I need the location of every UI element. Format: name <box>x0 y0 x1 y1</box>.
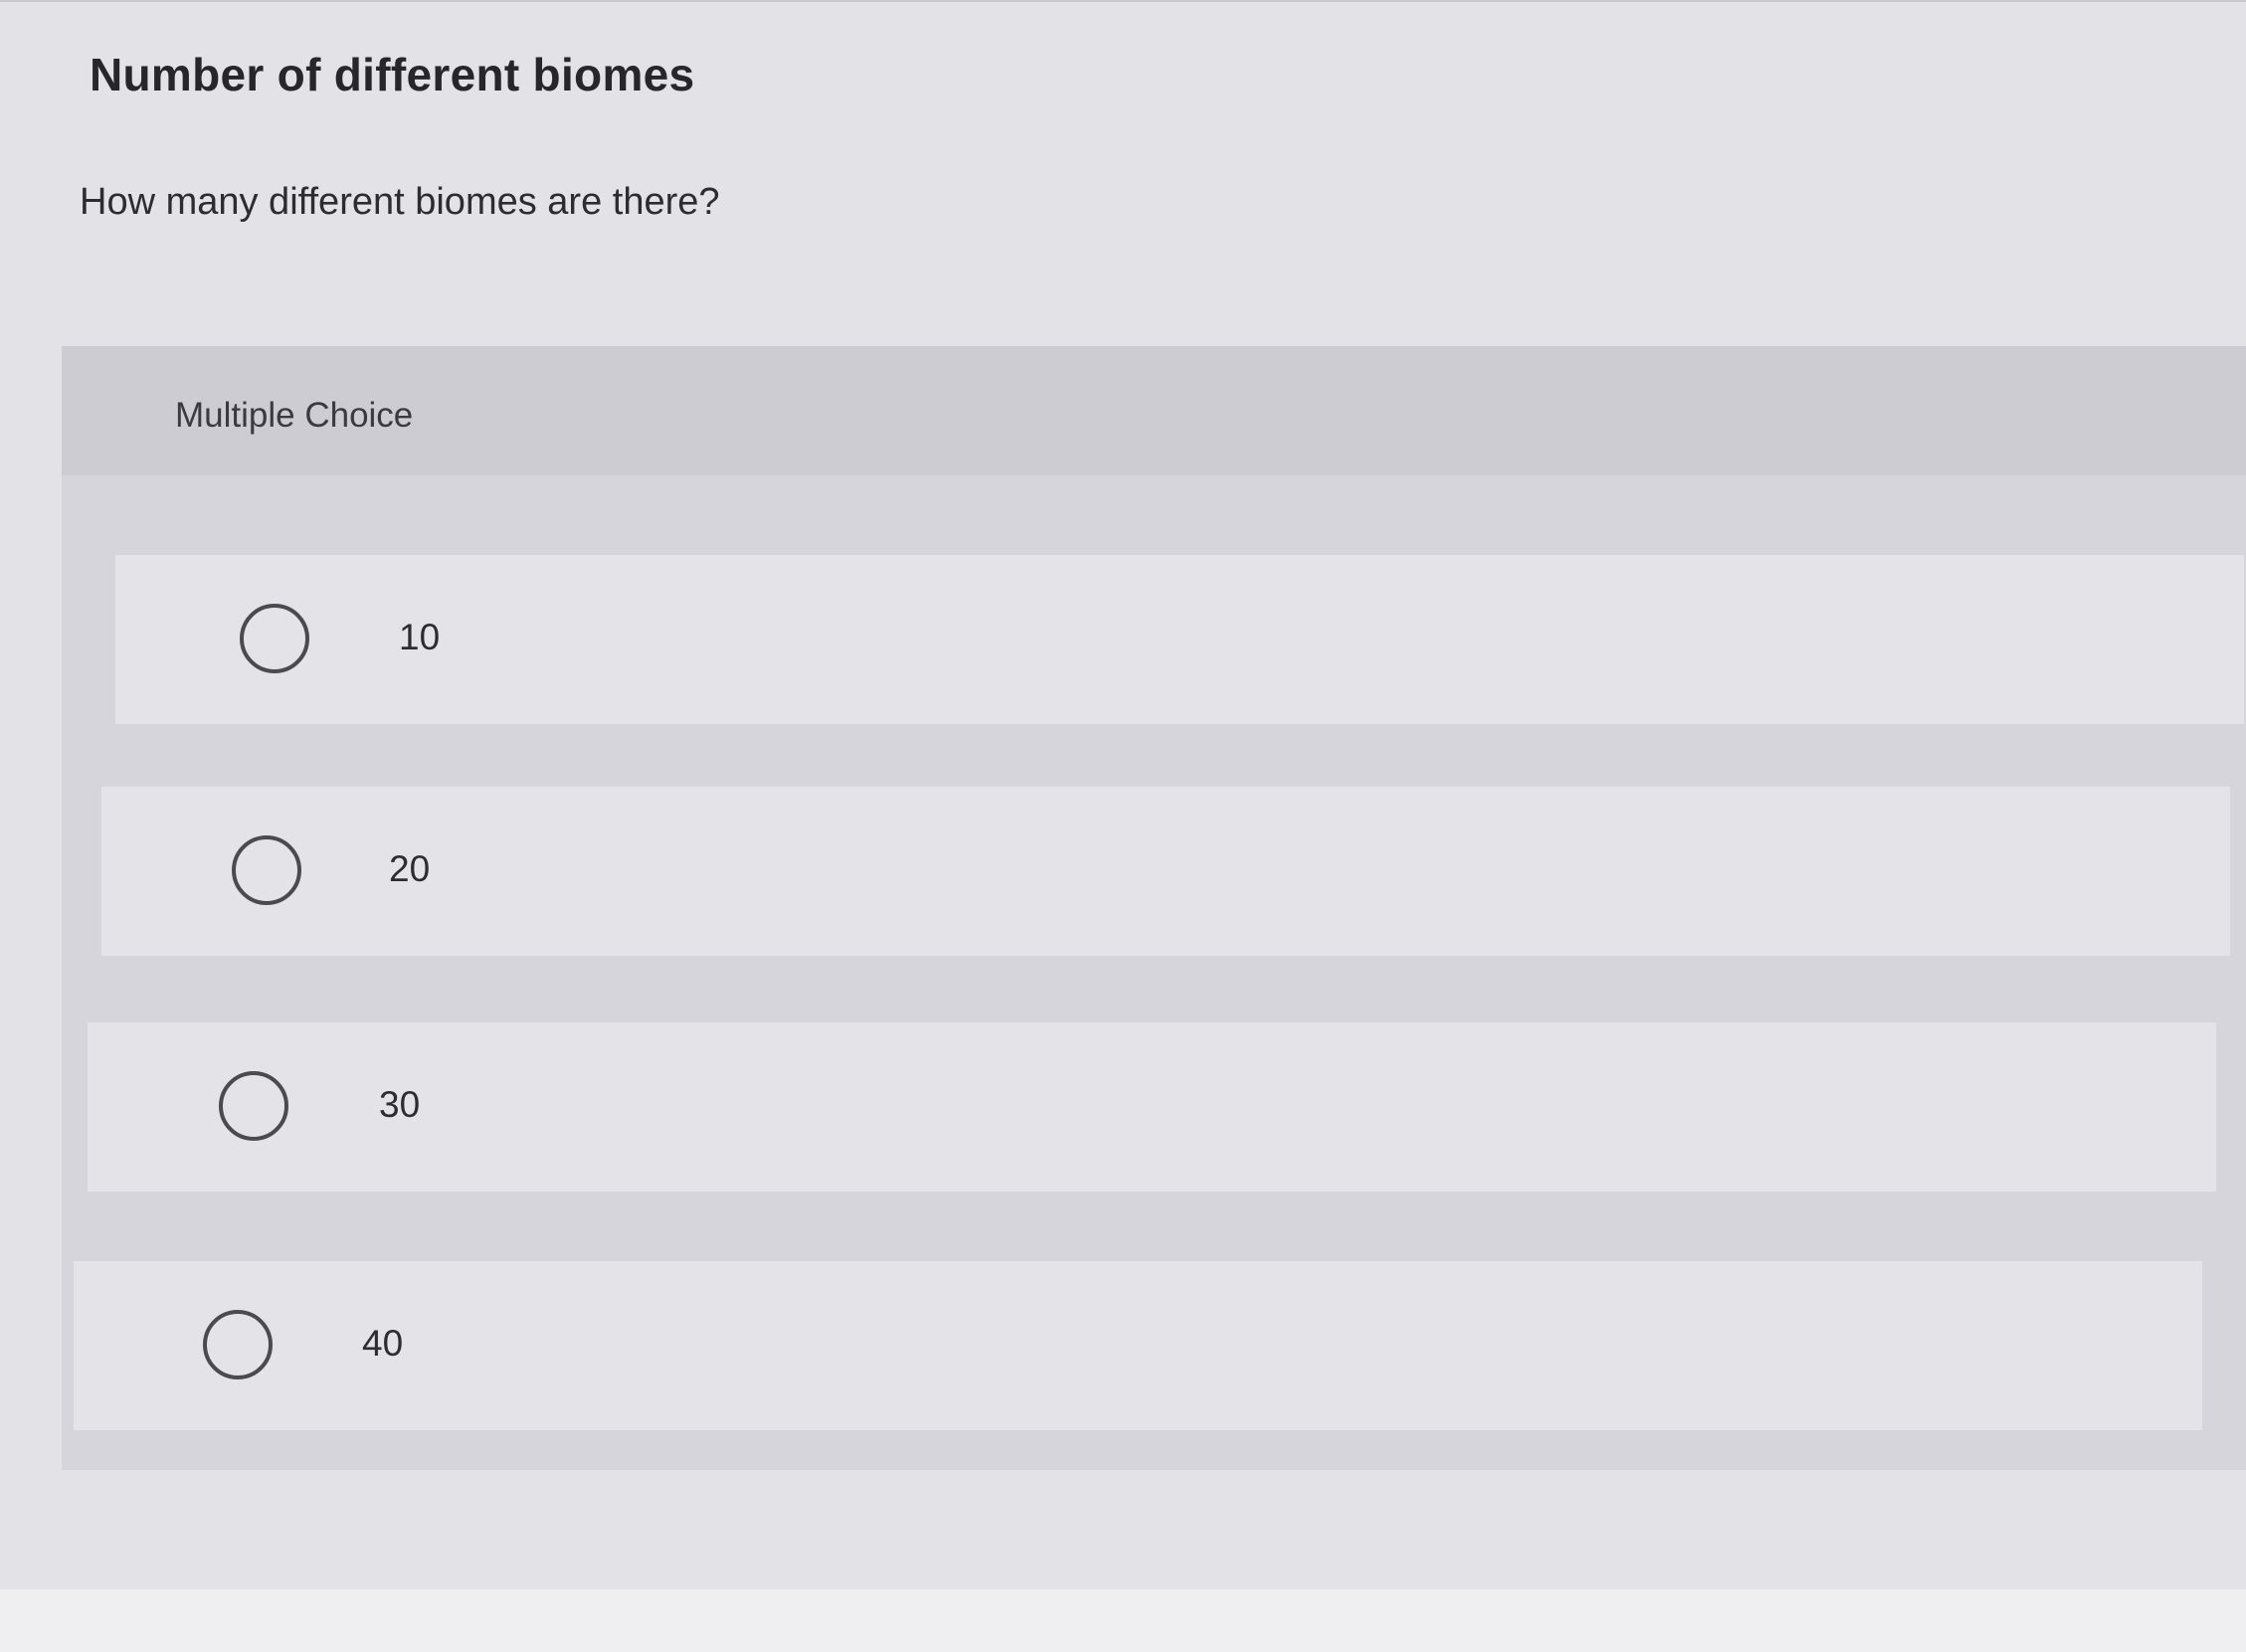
choice-label: 20 <box>389 848 431 889</box>
page-title: Number of different biomes <box>90 49 695 100</box>
radio-unchecked-icon[interactable] <box>219 1071 288 1141</box>
choice-option-3[interactable]: 30 <box>88 1022 2216 1192</box>
choice-label: 40 <box>362 1323 404 1364</box>
choice-label: 30 <box>379 1084 421 1125</box>
choice-option-4[interactable]: 40 <box>74 1261 2202 1430</box>
page-footer-area <box>0 1589 2246 1652</box>
panel-header: Multiple Choice <box>62 346 2246 475</box>
choice-option-2[interactable]: 20 <box>101 787 2230 956</box>
question-prompt: How many different biomes are there? <box>80 181 720 223</box>
radio-unchecked-icon[interactable] <box>232 835 301 905</box>
multiple-choice-panel: Multiple Choice 10 20 30 40 <box>62 346 2246 1470</box>
choice-option-1[interactable]: 10 <box>115 555 2244 724</box>
choice-label: 10 <box>399 617 441 657</box>
top-divider <box>0 0 2246 2</box>
radio-unchecked-icon[interactable] <box>203 1310 273 1379</box>
question-type-label: Multiple Choice <box>175 396 414 435</box>
radio-unchecked-icon[interactable] <box>240 604 309 673</box>
